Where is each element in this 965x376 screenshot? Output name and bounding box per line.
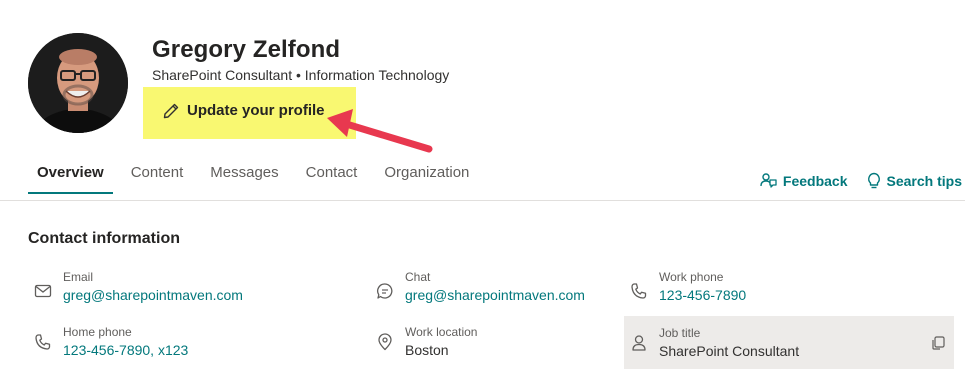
profile-subtitle: SharePoint Consultant • Information Tech… (152, 67, 450, 83)
search-tips-label: Search tips (886, 173, 962, 189)
work-location-label: Work location (405, 325, 478, 339)
work-location-field: Work location Boston (370, 325, 610, 369)
header-divider (0, 200, 965, 201)
tab-overview[interactable]: Overview (28, 158, 113, 194)
feedback-label: Feedback (782, 173, 848, 189)
tab-contact[interactable]: Contact (297, 158, 367, 194)
home-phone-field: Home phone 123-456-7890, x123 (28, 325, 358, 369)
work-location-value: Boston (405, 342, 449, 358)
contact-section-title: Contact information (28, 230, 180, 247)
work-phone-link[interactable]: 123-456-7890 (659, 287, 746, 303)
header-links: Feedback Search tips (760, 172, 962, 190)
annotation-arrow (325, 105, 440, 162)
email-field: Email greg@sharepointmaven.com (28, 270, 358, 314)
email-label: Email (63, 270, 94, 284)
chat-field: Chat greg@sharepointmaven.com (370, 270, 610, 314)
tab-content[interactable]: Content (122, 158, 193, 194)
job-title-value: SharePoint Consultant (659, 343, 800, 359)
phone-icon (630, 282, 648, 300)
chat-link[interactable]: greg@sharepointmaven.com (405, 287, 585, 303)
profile-tabs: Overview Content Messages Contact Organi… (28, 158, 487, 194)
feedback-button[interactable]: Feedback (760, 172, 848, 190)
tab-messages[interactable]: Messages (201, 158, 287, 194)
update-profile-label: Update your profile (187, 102, 325, 119)
job-title-label: Job title (659, 326, 701, 340)
lightbulb-icon (866, 172, 882, 190)
chat-label: Chat (405, 270, 431, 284)
search-tips-button[interactable]: Search tips (866, 172, 962, 190)
person-icon (630, 334, 648, 352)
work-phone-field: Work phone 123-456-7890 (624, 270, 954, 314)
pencil-icon (161, 101, 181, 121)
copy-icon[interactable] (930, 335, 946, 351)
work-phone-label: Work phone (659, 270, 724, 284)
chat-icon (376, 282, 394, 300)
home-phone-link[interactable]: 123-456-7890, x123 (63, 342, 188, 358)
feedback-icon (760, 172, 778, 190)
home-phone-label: Home phone (63, 325, 132, 339)
avatar (28, 33, 128, 133)
job-title-field[interactable]: Job title SharePoint Consultant (624, 316, 954, 369)
profile-name: Gregory Zelfond (152, 36, 341, 63)
tab-organization[interactable]: Organization (375, 158, 478, 194)
phone-icon (34, 333, 52, 351)
mail-icon (34, 282, 52, 300)
location-pin-icon (376, 333, 394, 351)
email-link[interactable]: greg@sharepointmaven.com (63, 287, 243, 303)
